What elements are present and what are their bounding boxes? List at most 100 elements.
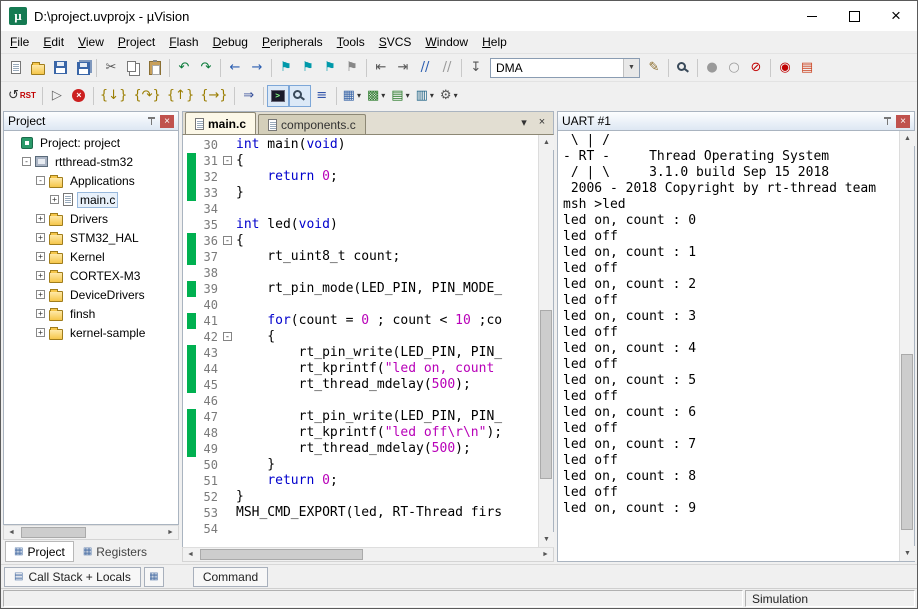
scrollbar-thumb[interactable] <box>901 354 913 530</box>
tree-item-project-project[interactable]: Project: project <box>4 133 178 152</box>
nav-back-icon[interactable]: ← <box>224 57 246 79</box>
tree-item-kernel[interactable]: +Kernel <box>4 247 178 266</box>
step-out-icon[interactable]: {↑} <box>164 85 197 107</box>
bookmark-prev-icon[interactable]: ⚑ <box>297 57 319 79</box>
books-window-icon[interactable]: ▤ <box>796 57 818 79</box>
code-line-38[interactable]: 38 <box>183 265 538 281</box>
code-line-32[interactable]: 32 return 0; <box>183 169 538 185</box>
nav-forward-icon[interactable]: → <box>246 57 268 79</box>
menu-file[interactable]: File <box>3 33 36 51</box>
dropdown-arrow-icon[interactable]: ▼ <box>623 59 639 77</box>
menu-window[interactable]: Window <box>418 33 475 51</box>
tab-call-stack-locals[interactable]: ▤ Call Stack + Locals <box>4 567 141 587</box>
code-line-39[interactable]: 39 rt_pin_mode(LED_PIN, PIN_MODE_ <box>183 281 538 297</box>
uncomment-icon[interactable]: // <box>436 57 458 79</box>
find-in-files-icon[interactable] <box>672 57 694 79</box>
code-line-47[interactable]: 47 rt_pin_write(LED_PIN, PIN_ <box>183 409 538 425</box>
pin-icon[interactable] <box>882 116 893 127</box>
disassembly-window-icon[interactable]: ≡ <box>311 85 333 107</box>
code-line-34[interactable]: 34 <box>183 201 538 217</box>
scrollbar-thumb[interactable] <box>200 549 363 560</box>
scroll-up-icon[interactable]: ▲ <box>539 135 554 150</box>
ver-scrollbar[interactable]: ▲ ▼ <box>899 131 914 561</box>
maximize-button[interactable] <box>833 1 875 31</box>
menu-peripherals[interactable]: Peripherals <box>255 33 330 51</box>
scrollbar-track[interactable] <box>19 526 163 539</box>
code-line-36[interactable]: 36-{ <box>183 233 538 249</box>
pin-icon[interactable] <box>146 116 157 127</box>
code-line-41[interactable]: 41 for(count = 0 ; count < 10 ;co <box>183 313 538 329</box>
tree-item-main-c[interactable]: +main.c <box>4 190 178 209</box>
bookmark-toggle-icon[interactable]: ⚑ <box>275 57 297 79</box>
tree-item-drivers[interactable]: +Drivers <box>4 209 178 228</box>
command-window-icon[interactable]: > <box>267 85 289 107</box>
scrollbar-track[interactable] <box>198 548 538 561</box>
minimize-button[interactable] <box>791 1 833 31</box>
kill-breakpoints-icon[interactable]: ⊘ <box>745 57 767 79</box>
redo-icon[interactable]: ↷ <box>195 57 217 79</box>
uart-output[interactable]: \ | /- RT - Thread Operating System / | … <box>558 131 899 561</box>
stop-icon[interactable]: × <box>68 85 90 107</box>
code-line-45[interactable]: 45 rt_thread_mdelay(500); <box>183 377 538 393</box>
project-tree[interactable]: Project: project-rtthread-stm32-Applicat… <box>3 131 179 525</box>
tree-expand-icon[interactable]: + <box>50 195 59 204</box>
debug-session-icon[interactable]: ◉ <box>774 57 796 79</box>
code-view[interactable]: 30int main(void)31-{32 return 0;33}3435i… <box>183 135 538 547</box>
new-file-icon[interactable] <box>5 57 27 79</box>
bookmark-next-icon[interactable]: ⚑ <box>319 57 341 79</box>
uart-window-icon[interactable] <box>289 85 311 107</box>
run-icon[interactable]: ▷ <box>46 85 68 107</box>
scroll-up-icon[interactable]: ▲ <box>900 131 915 146</box>
paste-icon[interactable] <box>144 57 166 79</box>
bookmark-clear-icon[interactable]: ⚑ <box>341 57 363 79</box>
ver-scrollbar[interactable]: ▲ ▼ <box>538 135 553 547</box>
code-line-40[interactable]: 40 <box>183 297 538 313</box>
memory-window-dropdown[interactable]: ▩▾ <box>364 85 388 107</box>
menu-debug[interactable]: Debug <box>206 33 255 51</box>
code-line-35[interactable]: 35int led(void) <box>183 217 538 233</box>
code-line-33[interactable]: 33} <box>183 185 538 201</box>
indent-left-icon[interactable]: ⇤ <box>370 57 392 79</box>
toolbox-dropdown[interactable]: ⚙▾ <box>437 85 461 107</box>
tab-command[interactable]: Command <box>193 567 268 587</box>
scroll-down-icon[interactable]: ▼ <box>539 532 554 547</box>
hor-scrollbar[interactable]: ◄ ► <box>3 525 179 540</box>
menu-edit[interactable]: Edit <box>36 33 71 51</box>
step-into-icon[interactable]: {↓} <box>97 85 130 107</box>
code-line-54[interactable]: 54 <box>183 521 538 537</box>
tree-expand-icon[interactable]: + <box>36 233 45 242</box>
code-line-44[interactable]: 44 rt_kprintf("led on, count <box>183 361 538 377</box>
comment-icon[interactable]: // <box>414 57 436 79</box>
scroll-right-icon[interactable]: ► <box>538 548 553 561</box>
scrollbar-track[interactable] <box>539 150 553 532</box>
flash-download-icon[interactable]: ↧ <box>465 57 487 79</box>
scrollbar-track[interactable] <box>900 146 914 546</box>
tree-item-stm32-hal[interactable]: +STM32_HAL <box>4 228 178 247</box>
close-panel-icon[interactable]: × <box>160 115 174 128</box>
code-line-31[interactable]: 31-{ <box>183 153 538 169</box>
code-line-52[interactable]: 52} <box>183 489 538 505</box>
tree-expand-icon[interactable]: + <box>36 271 45 280</box>
copy-icon[interactable] <box>122 57 144 79</box>
go-icon[interactable]: ⇒ <box>238 85 260 107</box>
run-to-line-icon[interactable]: {→} <box>197 85 230 107</box>
system-viewer-dropdown[interactable]: ▥▾ <box>413 85 437 107</box>
code-line-51[interactable]: 51 return 0; <box>183 473 538 489</box>
close-panel-icon[interactable]: × <box>896 115 910 128</box>
code-line-50[interactable]: 50 } <box>183 457 538 473</box>
scroll-left-icon[interactable]: ◄ <box>183 548 198 561</box>
close-editor-icon[interactable]: × <box>533 113 551 131</box>
indent-right-icon[interactable]: ⇥ <box>392 57 414 79</box>
menu-view[interactable]: View <box>71 33 111 51</box>
hor-scrollbar[interactable]: ◄ ► <box>182 547 554 562</box>
code-line-53[interactable]: 53MSH_CMD_EXPORT(led, RT-Thread firs <box>183 505 538 521</box>
tree-item-applications[interactable]: -Applications <box>4 171 178 190</box>
breakpoint-icon[interactable]: ● <box>701 57 723 79</box>
serial-window-dropdown[interactable]: ▤▾ <box>388 85 412 107</box>
tree-expand-icon[interactable]: + <box>36 328 45 337</box>
tree-expand-icon[interactable]: + <box>36 252 45 261</box>
code-line-49[interactable]: 49 rt_thread_mdelay(500); <box>183 441 538 457</box>
dock-grid-icon[interactable]: ▦ <box>144 567 164 587</box>
scrollbar-thumb[interactable] <box>21 527 86 538</box>
window-menu-icon[interactable]: ▾ <box>515 113 533 131</box>
